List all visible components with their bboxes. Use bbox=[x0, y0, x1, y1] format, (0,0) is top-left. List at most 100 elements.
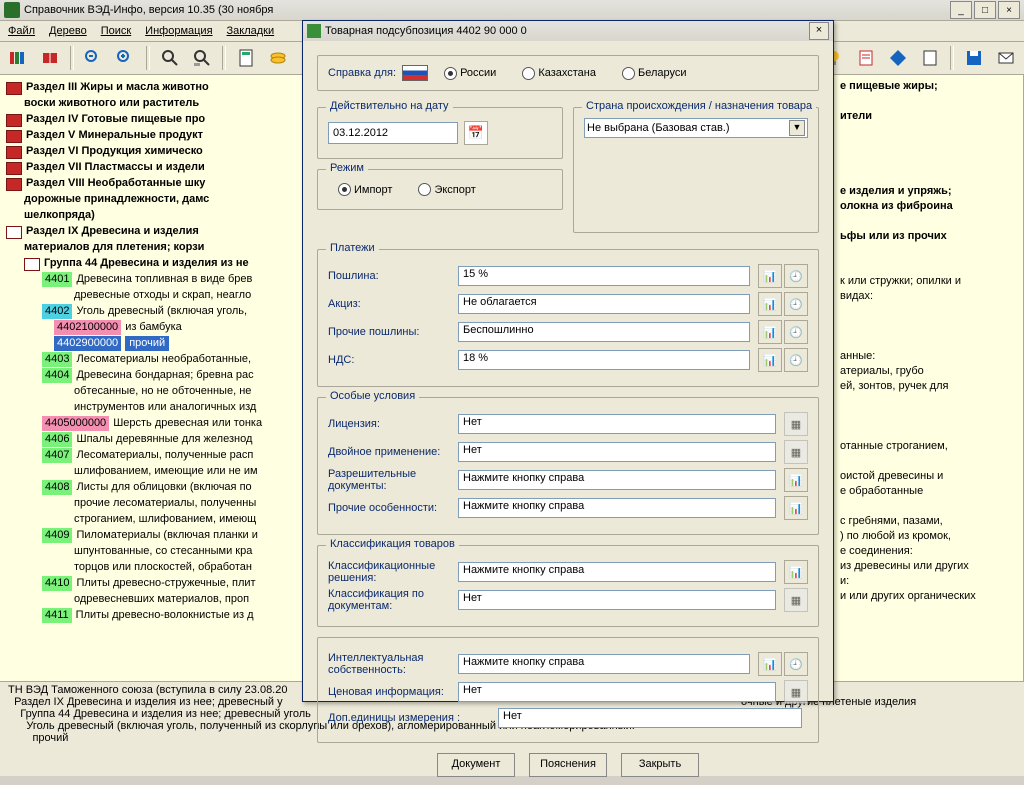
book-open-icon bbox=[24, 258, 40, 271]
tree-item[interactable]: Лесоматериалы необработанные, bbox=[76, 352, 251, 367]
clock-icon[interactable]: 🕘 bbox=[784, 348, 808, 372]
menu-file[interactable]: Файл bbox=[8, 25, 35, 37]
close-button[interactable]: × bbox=[998, 1, 1020, 19]
chart-icon[interactable]: 📊 bbox=[758, 320, 782, 344]
dialog-close-button[interactable]: × bbox=[809, 22, 829, 40]
code-badge[interactable]: 4403 bbox=[42, 352, 72, 367]
radio-import[interactable]: Импорт bbox=[338, 183, 392, 196]
section[interactable]: Раздел III Жиры и масла животно bbox=[26, 80, 209, 95]
explanations-button[interactable]: Пояснения bbox=[529, 753, 607, 777]
dialog-title: Товарная подсубпозиция 4402 90 000 0 bbox=[325, 25, 527, 37]
minimize-button[interactable]: _ bbox=[950, 1, 972, 19]
chart-icon[interactable]: 📊 bbox=[758, 264, 782, 288]
tool-nav2-icon[interactable] bbox=[112, 44, 140, 72]
vat-value: 18 % bbox=[458, 350, 750, 370]
clock-icon[interactable]: 🕘 bbox=[784, 264, 808, 288]
tool-doc-icon[interactable] bbox=[916, 44, 944, 72]
book-open-icon bbox=[6, 226, 22, 239]
code-badge[interactable]: 4406 bbox=[42, 432, 72, 447]
clock-icon[interactable]: 🕘 bbox=[784, 292, 808, 316]
tree-item[interactable]: Уголь древесный (включая уголь, bbox=[76, 304, 247, 319]
code-badge[interactable]: 4405000000 bbox=[42, 416, 109, 431]
tree-item[interactable]: Пиломатериалы (включая планки и bbox=[76, 528, 257, 543]
app-title: Справочник ВЭД-Инфо, версия 10.35 (30 но… bbox=[24, 4, 273, 16]
tree-item[interactable]: Плиты древесно-стружечные, плит bbox=[76, 576, 255, 591]
tree-item[interactable]: прочий bbox=[125, 336, 169, 351]
dialog-icon bbox=[307, 24, 321, 38]
date-input[interactable] bbox=[328, 122, 458, 144]
right-overflow: е пищевые жиры; ители е изделия и упряжь… bbox=[840, 79, 1020, 604]
chart-icon[interactable]: 📊 bbox=[758, 348, 782, 372]
chart-icon[interactable]: 📊 bbox=[758, 652, 782, 676]
tree-item[interactable]: Плиты древесно-волокнистые из д bbox=[76, 608, 254, 623]
tool-calc-icon[interactable] bbox=[232, 44, 260, 72]
tree-item[interactable]: Древесина топливная в виде брев bbox=[76, 272, 252, 287]
code-badge[interactable]: 4410 bbox=[42, 576, 72, 591]
doc-icon: ▦ bbox=[784, 412, 808, 436]
book-icon bbox=[6, 82, 22, 95]
tool-money-icon[interactable] bbox=[264, 44, 292, 72]
tree-item[interactable]: Древесина бондарная; бревна рас bbox=[76, 368, 253, 383]
tree-item[interactable]: Шпалы деревянные для железнод bbox=[76, 432, 252, 447]
code-badge[interactable]: 4404 bbox=[42, 368, 72, 383]
book-icon bbox=[6, 130, 22, 143]
radio-russia[interactable]: России bbox=[444, 67, 496, 80]
code-badge[interactable]: 4402100000 bbox=[54, 320, 121, 335]
clock-icon[interactable]: 🕘 bbox=[784, 652, 808, 676]
origin-combo[interactable]: Не выбрана (Базовая став.)▼ bbox=[584, 118, 808, 138]
tool-books-icon[interactable] bbox=[4, 44, 32, 72]
radio-export[interactable]: Экспорт bbox=[418, 183, 475, 196]
tree-item[interactable]: из бамбука bbox=[125, 320, 182, 335]
chart-icon[interactable]: 📊 bbox=[784, 468, 808, 492]
book-icon bbox=[6, 146, 22, 159]
other-value: Беспошлинно bbox=[458, 322, 750, 342]
tree-item[interactable]: Листы для облицовки (включая по bbox=[76, 480, 251, 495]
menu-info[interactable]: Информация bbox=[145, 25, 212, 37]
ref-label: Справка для: bbox=[328, 67, 396, 79]
menu-tree[interactable]: Дерево bbox=[49, 25, 87, 37]
doc-icon: ▦ bbox=[784, 440, 808, 464]
tool-mail-icon[interactable] bbox=[992, 44, 1020, 72]
excise-value: Не облагается bbox=[458, 294, 750, 314]
dialog-titlebar: Товарная подсубпозиция 4402 90 000 0 × bbox=[303, 21, 833, 41]
code-badge[interactable]: 4409 bbox=[42, 528, 72, 543]
tool-book-icon[interactable] bbox=[36, 44, 64, 72]
tool-search-icon[interactable] bbox=[156, 44, 184, 72]
doc-icon: ▦ bbox=[784, 588, 808, 612]
radio-kaz[interactable]: Казахстана bbox=[522, 67, 596, 80]
tool-diamond-icon[interactable] bbox=[884, 44, 912, 72]
tool-nav1-icon[interactable] bbox=[80, 44, 108, 72]
tool-save-icon[interactable] bbox=[960, 44, 988, 72]
calendar-icon[interactable]: 📅 bbox=[464, 121, 488, 145]
chart-icon[interactable]: 📊 bbox=[758, 292, 782, 316]
chart-icon[interactable]: 📊 bbox=[784, 560, 808, 584]
app-icon bbox=[4, 2, 20, 18]
tool-note-icon[interactable] bbox=[852, 44, 880, 72]
book-icon bbox=[6, 114, 22, 127]
menu-bookmarks[interactable]: Закладки bbox=[227, 25, 275, 37]
chart-icon[interactable]: 📊 bbox=[784, 496, 808, 520]
code-badge[interactable]: 4401 bbox=[42, 272, 72, 287]
doc-icon: ▦ bbox=[784, 680, 808, 704]
tree-item[interactable]: Лесоматериалы, полученные расп bbox=[76, 448, 253, 463]
code-badge[interactable]: 4411 bbox=[42, 608, 72, 623]
code-badge[interactable]: 4402 bbox=[42, 304, 72, 319]
clock-icon[interactable]: 🕘 bbox=[784, 320, 808, 344]
menu-search[interactable]: Поиск bbox=[101, 25, 131, 37]
document-button[interactable]: Документ bbox=[437, 753, 515, 777]
chevron-down-icon[interactable]: ▼ bbox=[789, 120, 805, 136]
duty-value: 15 % bbox=[458, 266, 750, 286]
flag-russia-icon bbox=[402, 65, 428, 81]
radio-bel[interactable]: Беларуси bbox=[622, 67, 687, 80]
code-badge[interactable]: 4408 bbox=[42, 480, 72, 495]
tool-search2-icon[interactable] bbox=[188, 44, 216, 72]
book-icon bbox=[6, 178, 22, 191]
close-button[interactable]: Закрыть bbox=[621, 753, 699, 777]
maximize-button[interactable]: □ bbox=[974, 1, 996, 19]
book-icon bbox=[6, 162, 22, 175]
subposition-dialog: Товарная подсубпозиция 4402 90 000 0 × С… bbox=[302, 20, 834, 702]
code-badge[interactable]: 4402900000 bbox=[54, 336, 121, 351]
code-badge[interactable]: 4407 bbox=[42, 448, 72, 463]
tree-item[interactable]: Шерсть древесная или тонка bbox=[113, 416, 262, 431]
app-titlebar: Справочник ВЭД-Инфо, версия 10.35 (30 но… bbox=[0, 0, 1024, 21]
